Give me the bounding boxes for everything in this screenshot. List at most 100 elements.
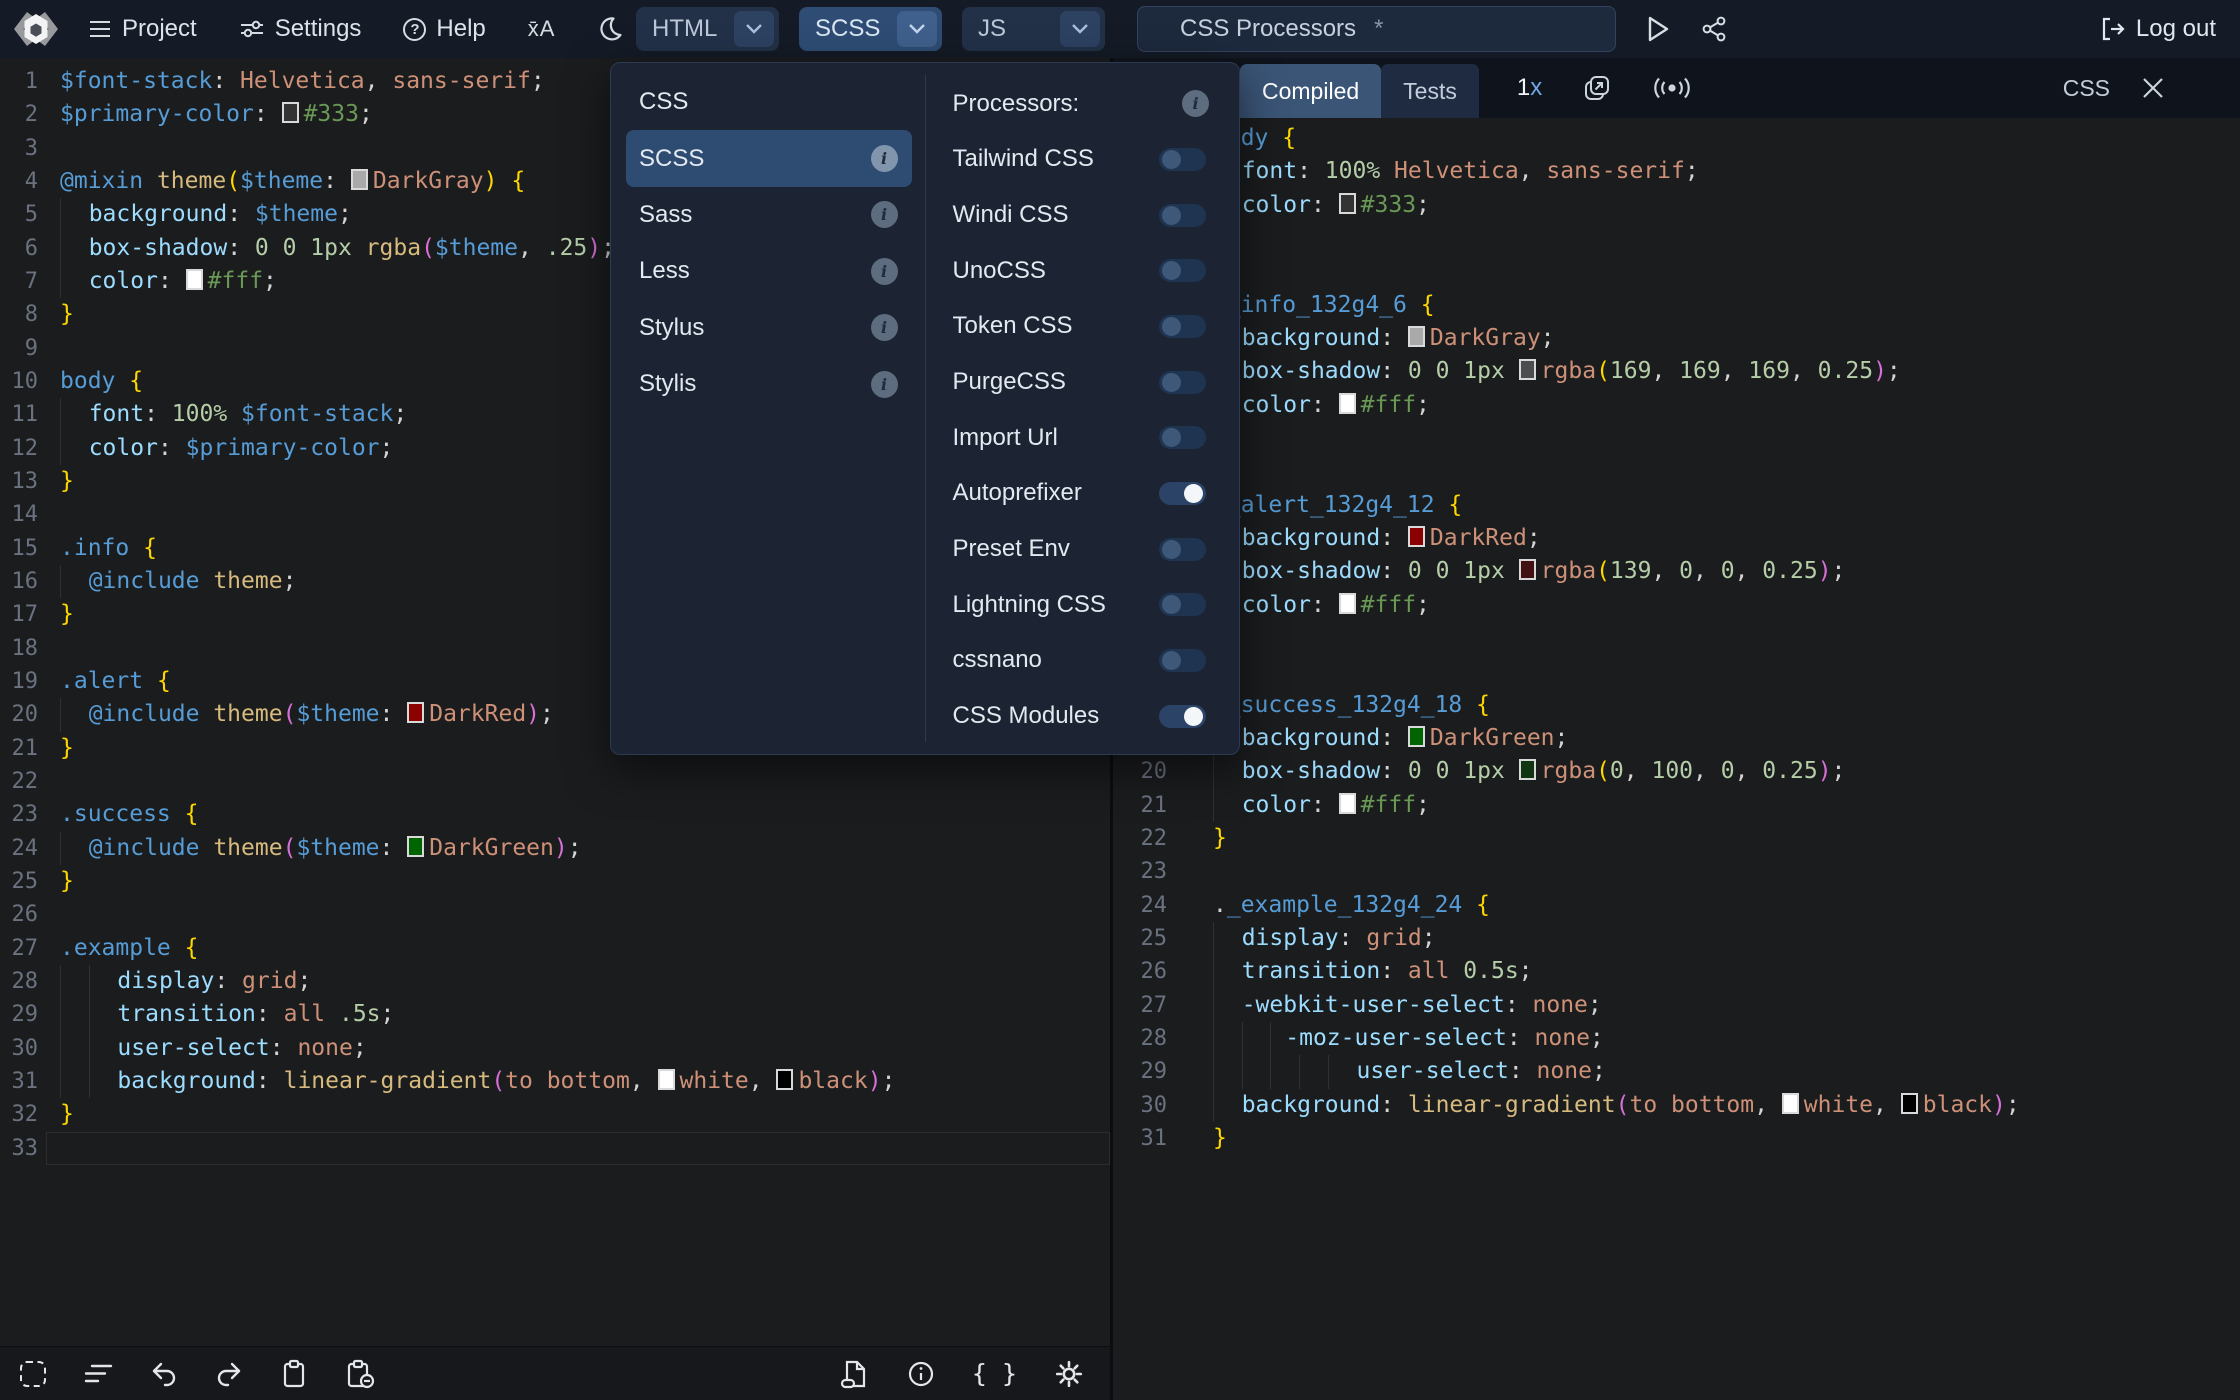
close-icon[interactable] xyxy=(2140,75,2166,101)
code-line: 27 .example { xyxy=(0,932,1110,965)
code-line: 9 color: #fff; xyxy=(1113,388,2240,422)
menu-item-less[interactable]: Less i xyxy=(611,243,925,299)
code-line: 30 background: linear-gradient(to bottom… xyxy=(1113,1088,2240,1122)
menu-item-stylis[interactable]: Stylis i xyxy=(611,356,925,412)
toggle-knob xyxy=(1162,149,1181,169)
clipboard-remove-icon[interactable] xyxy=(345,1359,375,1389)
tab-compiled[interactable]: Compiled xyxy=(1240,64,1382,118)
info-icon[interactable]: i xyxy=(870,257,898,285)
chevron-down-icon[interactable] xyxy=(1060,11,1100,47)
toggle-css-modules[interactable] xyxy=(1159,704,1206,728)
menu-item-stylus[interactable]: Stylus i xyxy=(611,300,925,356)
color-swatch xyxy=(1518,359,1536,381)
processor-label: Autoprefixer xyxy=(952,479,1082,507)
tab-html[interactable]: HTML xyxy=(636,7,779,51)
info-icon[interactable]: i xyxy=(870,370,898,398)
toggle-unocss[interactable] xyxy=(1159,259,1206,283)
menu-item-css[interactable]: CSS xyxy=(611,74,925,130)
app-logo-icon[interactable] xyxy=(10,6,62,52)
code-line: 23 .success { xyxy=(0,798,1110,831)
info-icon[interactable]: i xyxy=(870,314,898,342)
line-number: 22 xyxy=(11,768,39,794)
line-number: 30 xyxy=(1140,1092,1168,1118)
color-swatch xyxy=(1407,725,1425,747)
line-number: 26 xyxy=(11,902,39,928)
logout-label: Log out xyxy=(2135,15,2216,42)
translate-button[interactable]: x̄A xyxy=(528,16,556,42)
info-icon[interactable]: i xyxy=(870,145,898,173)
toggle-knob xyxy=(1162,261,1181,281)
color-swatch xyxy=(1781,1092,1799,1114)
color-swatch xyxy=(1338,792,1356,814)
info-icon[interactable] xyxy=(907,1360,935,1388)
line-number: 31 xyxy=(11,1068,39,1094)
code-line: 27 -webkit-user-select: none; xyxy=(1113,988,2240,1022)
language-menu: CSS SCSS i Sass i Less i Stylus i Stylis i xyxy=(611,63,925,754)
share-button[interactable] xyxy=(1700,15,1728,43)
toggle-windi-css[interactable] xyxy=(1159,203,1206,227)
indent-guide xyxy=(88,1031,118,1065)
run-button[interactable] xyxy=(1645,15,1671,43)
line-number: 7 xyxy=(24,268,38,294)
settings-gear-icon[interactable] xyxy=(1054,1359,1084,1389)
toggle-token-css[interactable] xyxy=(1159,314,1206,338)
undo-icon[interactable] xyxy=(150,1361,178,1387)
indent-guide xyxy=(60,698,89,732)
indent-guide xyxy=(60,198,89,232)
tab-js-label: JS xyxy=(978,15,1007,42)
theme-toggle-button[interactable] xyxy=(597,16,623,42)
indent-guide xyxy=(1213,788,1242,822)
color-swatch xyxy=(1900,1092,1918,1114)
zoom-level[interactable]: 1x xyxy=(1517,74,1542,102)
code-line: 4} xyxy=(1113,222,2240,255)
toggle-autoprefixer[interactable] xyxy=(1159,481,1206,505)
translate-icon: x̄A xyxy=(527,16,556,41)
indent-guide xyxy=(1213,921,1242,956)
toggle-import-url[interactable] xyxy=(1159,426,1206,450)
unsaved-indicator: * xyxy=(1374,15,1384,42)
output-language-label: CSS xyxy=(2062,74,2110,101)
menu-item-sass[interactable]: Sass i xyxy=(611,187,925,243)
line-number: 26 xyxy=(1140,959,1168,985)
tab-js[interactable]: JS xyxy=(962,7,1105,51)
color-swatch xyxy=(1338,592,1356,614)
tab-html-label: HTML xyxy=(652,15,718,42)
project-title: CSS Processors xyxy=(1180,15,1357,42)
project-title-input[interactable]: CSS Processors * xyxy=(1137,6,1616,52)
processor-label: Windi CSS xyxy=(952,201,1069,229)
line-number: 10 xyxy=(11,368,39,394)
processor-row-token-css: Token CSS xyxy=(926,299,1240,355)
menu-item-scss[interactable]: SCSS i xyxy=(626,130,912,187)
info-icon[interactable]: i xyxy=(870,201,898,229)
selection-box-icon[interactable] xyxy=(20,1360,46,1387)
toggle-tailwind-css[interactable] xyxy=(1159,147,1206,171)
chevron-down-icon[interactable] xyxy=(734,11,774,47)
logout-button[interactable]: Log out xyxy=(2100,0,2216,58)
format-lines-icon[interactable] xyxy=(83,1360,113,1388)
menu-help[interactable]: ? Help xyxy=(403,15,486,43)
menu-settings-label: Settings xyxy=(274,15,362,42)
processor-row-unocss: UnoCSS xyxy=(926,243,1240,299)
info-icon[interactable]: i xyxy=(1182,90,1209,118)
clipboard-icon[interactable] xyxy=(280,1359,308,1389)
chevron-down-icon[interactable] xyxy=(897,11,937,47)
menu-project[interactable]: Project xyxy=(88,15,197,43)
compiled-code-viewer[interactable]: 1body {2 font: 100% Helvetica, sans-seri… xyxy=(1113,118,2240,1400)
file-link-icon[interactable] xyxy=(840,1359,870,1389)
indent-guide xyxy=(1213,988,1242,1022)
tab-scss-label: SCSS xyxy=(815,15,881,42)
braces-icon[interactable]: { } xyxy=(972,1359,1017,1388)
toggle-lightning-css[interactable] xyxy=(1159,593,1206,617)
open-preview-icon[interactable] xyxy=(1582,73,1612,103)
toggle-cssnano[interactable] xyxy=(1159,648,1206,672)
tab-tests[interactable]: Tests xyxy=(1381,64,1479,118)
code-line: 25} xyxy=(0,865,1110,898)
toggle-preset-env[interactable] xyxy=(1159,537,1206,561)
live-reload-icon[interactable] xyxy=(1652,74,1692,102)
redo-icon[interactable] xyxy=(215,1361,243,1387)
hamburger-icon xyxy=(88,19,112,39)
toggle-purgecss[interactable] xyxy=(1159,370,1206,394)
indent-guide xyxy=(1241,1055,1271,1089)
tab-scss[interactable]: SCSS xyxy=(799,7,942,51)
menu-settings[interactable]: Settings xyxy=(239,15,362,43)
